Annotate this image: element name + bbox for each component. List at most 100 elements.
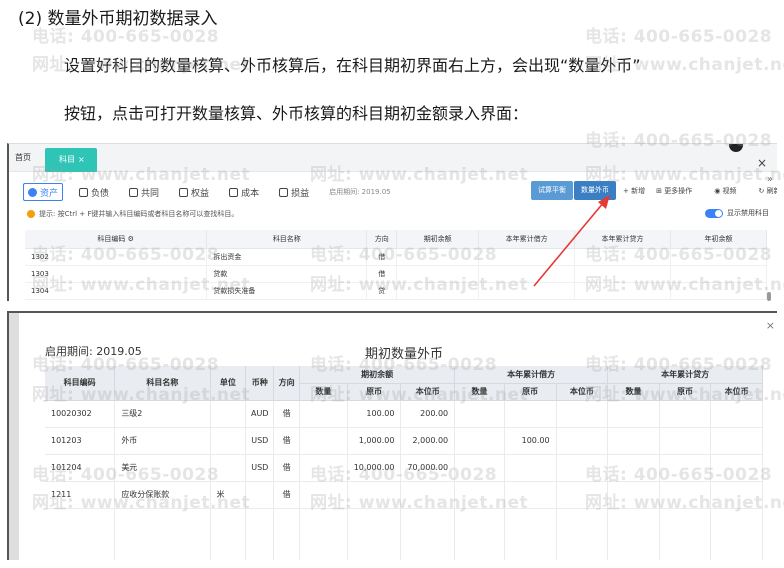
cell-opening-local[interactable]: 2,000.00 <box>400 427 456 455</box>
cell-credit-local[interactable] <box>710 427 763 455</box>
hint-bar: 提示: 按Ctrl + F键并输入科目编码或者科目名称可以查找科目。 <box>27 209 238 219</box>
cell-opening-orig[interactable]: 100.00 <box>347 400 402 428</box>
more-actions-label: 更多操作 <box>664 187 693 195</box>
cell-value[interactable] <box>670 282 767 300</box>
category-tab-common[interactable]: 共同 <box>125 183 163 201</box>
cell-value[interactable] <box>670 265 767 283</box>
cell-credit-orig[interactable] <box>659 400 712 428</box>
column-header: 数量 <box>607 383 660 401</box>
cell-debit-qty[interactable] <box>454 427 505 455</box>
cell-direction: 借 <box>273 427 301 455</box>
category-tab-profit-loss[interactable]: 损益 <box>275 183 313 201</box>
instruction-paragraph-1: 设置好科目的数量核算、外币核算后，在科目期初界面右上方，会出现“数量外币” <box>64 56 641 75</box>
scrollbar-thumb[interactable] <box>767 292 771 301</box>
cell-debit-local[interactable] <box>556 400 609 428</box>
category-tab-assets[interactable]: 资产 <box>23 183 64 201</box>
dialog-close-icon[interactable]: × <box>766 319 775 332</box>
cell-debit-qty[interactable] <box>454 481 505 509</box>
column-header: 科目名称 <box>206 230 368 249</box>
empty-cell <box>347 508 402 560</box>
cell-credit-local[interactable] <box>710 481 763 509</box>
category-tab-equity[interactable]: 权益 <box>175 183 213 201</box>
tab-home[interactable]: 首页 <box>15 152 31 163</box>
cell-opening-local[interactable]: 200.00 <box>400 400 456 428</box>
cell-debit-qty[interactable] <box>454 400 505 428</box>
cell-credit-qty[interactable] <box>607 454 660 482</box>
table-row[interactable]: 101203 外币 USD 借 1,000.00 2,000.00 100.00 <box>45 427 763 455</box>
tab-close-icon[interactable]: × <box>78 155 85 164</box>
column-header: 币种 <box>245 366 275 401</box>
video-label: 视频 <box>722 187 737 195</box>
cell-credit-orig[interactable] <box>659 481 712 509</box>
empty-cell <box>710 508 763 560</box>
cell-opening-local[interactable] <box>400 481 456 509</box>
group-header-debit: 本年累计借方 <box>454 366 609 384</box>
cell-opening-qty[interactable] <box>299 481 348 509</box>
table-row[interactable]: 10020302 三级2 AUD 借 100.00 200.00 <box>45 400 763 428</box>
group-header-credit: 本年累计贷方 <box>607 366 763 384</box>
category-tab-liabilities[interactable]: 负债 <box>75 183 113 201</box>
cell-opening-orig[interactable]: 10,000.00 <box>347 454 402 482</box>
cell-debit-orig[interactable] <box>504 400 557 428</box>
table-row[interactable]: 1302 拆出资金 借 <box>25 248 767 266</box>
table-row[interactable]: 1303 贷款 借 <box>25 265 767 283</box>
cell-credit-orig[interactable] <box>659 454 712 482</box>
cell-credit-qty[interactable] <box>607 400 660 428</box>
table-row[interactable]: 1211 应收分保账款 米 借 <box>45 481 763 509</box>
settings-icon[interactable]: ⚙ <box>128 235 134 243</box>
cell-credit-local[interactable] <box>710 454 763 482</box>
cell-opening-orig[interactable] <box>347 481 402 509</box>
show-disabled-label: 显示禁用科目 <box>727 209 769 217</box>
cell-opening-qty[interactable] <box>299 427 348 455</box>
profit-loss-icon <box>279 187 289 197</box>
tab-bar: 首页 科目 × × <box>9 144 777 172</box>
column-header: 年初余额 <box>670 230 767 249</box>
cell-opening-orig[interactable]: 1,000.00 <box>347 427 402 455</box>
cost-icon <box>229 187 239 197</box>
cell-name: 外币 <box>114 427 211 455</box>
table-row[interactable]: 101204 美元 USD 借 10,000.00 70,000.00 <box>45 454 763 482</box>
cell-opening-local[interactable]: 70,000.00 <box>400 454 456 482</box>
more-actions-button[interactable]: ⊞ 更多操作 <box>656 186 703 196</box>
cell-debit-orig[interactable]: 100.00 <box>504 427 557 455</box>
cell-credit-qty[interactable] <box>607 427 660 455</box>
cell-opening-qty[interactable] <box>299 454 348 482</box>
cell-credit-local[interactable] <box>710 400 763 428</box>
refresh-button[interactable]: ↻ 刷新 <box>759 186 777 196</box>
cell-debit-orig[interactable] <box>504 454 557 482</box>
cell-value[interactable] <box>396 265 480 283</box>
cell-value[interactable] <box>670 248 767 266</box>
column-header: 科目名称 <box>114 366 211 401</box>
tab-accounts-label: 科目 <box>59 155 75 164</box>
show-disabled-toggle[interactable] <box>705 208 723 218</box>
window-close-icon[interactable]: × <box>757 156 767 170</box>
toolbar-actions: + 新增 ⊞ 更多操作 ◉ 视频 ↻ 刷新 <box>623 186 777 196</box>
cell-credit-orig[interactable] <box>659 427 712 455</box>
cell-currency <box>245 481 275 509</box>
cell-debit-local[interactable] <box>556 454 609 482</box>
cell-opening-qty[interactable] <box>299 400 348 428</box>
category-tab-cost[interactable]: 成本 <box>225 183 263 201</box>
cell-debit-qty[interactable] <box>454 454 505 482</box>
column-header: 数量 <box>454 383 505 401</box>
cell-debit-orig[interactable] <box>504 481 557 509</box>
table-row[interactable]: 1304 贷款损失准备 贷 <box>25 282 767 300</box>
accounts-table: 科目编码 ⚙ 科目名称 方向 期初余额 本年累计借方 本年累计贷方 年初余额 1… <box>25 230 767 300</box>
cell-debit-local[interactable] <box>556 481 609 509</box>
collapse-icon[interactable]: » <box>767 174 773 185</box>
cell-direction: 借 <box>366 248 398 266</box>
cell-name: 应收分保账款 <box>114 481 211 509</box>
empty-cell <box>454 508 505 560</box>
cell-credit-qty[interactable] <box>607 481 660 509</box>
add-button[interactable]: + 新增 <box>623 186 645 196</box>
cell-unit <box>210 400 247 428</box>
cell-code: 1303 <box>25 265 208 283</box>
cell-value[interactable] <box>396 282 480 300</box>
table-group-header-row: 科目编码 科目名称 单位 币种 方向 期初余额 本年累计借方 本年累计贷方 <box>45 366 763 401</box>
video-button[interactable]: ◉ 视频 <box>714 186 747 196</box>
cell-value[interactable] <box>396 248 480 266</box>
cell-debit-local[interactable] <box>556 427 609 455</box>
column-header: 原币 <box>504 383 557 401</box>
column-header: 方向 <box>366 230 398 249</box>
tab-accounts[interactable]: 科目 × <box>45 148 97 172</box>
